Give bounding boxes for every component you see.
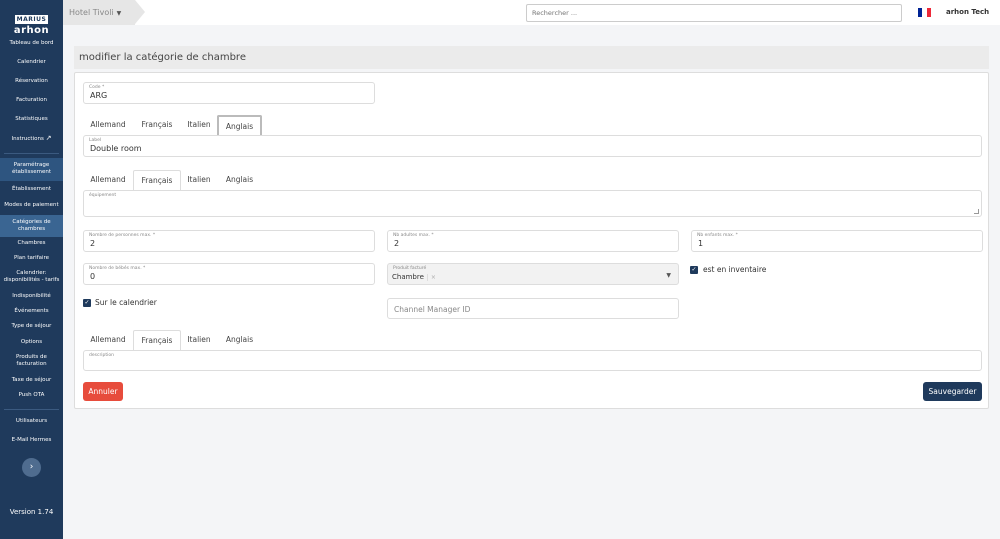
max-children-label: Nb enfants max. * [697, 233, 738, 238]
description-language-tabs: Allemand Français Italien Anglais [83, 330, 383, 350]
sidebar-item-unavailability[interactable]: Indisponibilité [0, 293, 63, 300]
caret-down-icon: ▼ [116, 10, 122, 17]
max-babies-value: 0 [90, 272, 96, 281]
label-field[interactable]: Label Double room [83, 135, 982, 157]
max-babies-field[interactable]: Nombre de bébés max. * 0 [83, 263, 375, 285]
description-field[interactable]: description [83, 350, 982, 371]
tab-description-french[interactable]: Français [133, 330, 181, 350]
topbar: Hotel Tivoli▼ arhon Tech [63, 0, 1000, 25]
max-adults-value: 2 [394, 239, 400, 248]
save-button[interactable]: Sauvegarder [923, 382, 982, 401]
max-adults-label: Nb adultes max. * [393, 233, 434, 238]
calendar-checkbox-label: Sur le calendrier [95, 298, 157, 307]
flag-stripe [926, 8, 931, 17]
language-flag-icon[interactable] [918, 8, 931, 17]
checkmark-icon: ✓ [84, 299, 90, 306]
sidebar-item-tourist-tax[interactable]: Taxe de séjour [0, 377, 63, 384]
resize-handle-icon[interactable] [974, 209, 979, 214]
max-persons-label: Nombre de personnes max. * [89, 233, 156, 238]
equipment-label: équipement [89, 193, 117, 198]
hotel-name: Hotel Tivoli [69, 8, 114, 17]
inventory-checkbox-label: est en inventaire [703, 265, 767, 274]
logo[interactable]: MARIUS arhon [0, 6, 63, 36]
sidebar: MARIUS arhon Tableau de bord Calendrier … [0, 0, 63, 539]
max-children-field[interactable]: Nb enfants max. * 1 [691, 230, 983, 252]
sidebar-item-property-settings[interactable]: Paramétrage établissement [0, 158, 63, 181]
description-label: description [89, 353, 115, 358]
max-persons-value: 2 [90, 239, 96, 248]
tab-label-english[interactable]: Anglais [217, 115, 262, 135]
equipment-language-tabs: Allemand Français Italien Anglais [83, 170, 383, 190]
label-field-label: Label [89, 138, 102, 143]
sidebar-item-email-hermes[interactable]: E-Mail Hermes [0, 437, 63, 444]
tab-equipment-english[interactable]: Anglais [217, 170, 262, 190]
sidebar-item-events[interactable]: Événements [0, 308, 63, 315]
sidebar-item-room-categories[interactable]: Catégories de chambres [0, 215, 63, 237]
max-children-value: 1 [698, 239, 704, 248]
sidebar-item-stay-type[interactable]: Type de séjour [0, 323, 63, 330]
cancel-button[interactable]: Annuler [83, 382, 123, 401]
sidebar-item-payment-modes[interactable]: Modes de paiement [0, 202, 63, 209]
sidebar-item-options[interactable]: Options [0, 339, 63, 346]
calendar-checkbox[interactable]: ✓ [83, 299, 91, 307]
code-value: ARG [90, 91, 108, 100]
tab-description-german[interactable]: Allemand [83, 330, 133, 350]
sidebar-item-dashboard[interactable]: Tableau de bord [0, 40, 63, 47]
tab-label-french[interactable]: Français [133, 115, 181, 135]
external-link-icon: ↗ [45, 134, 52, 142]
sidebar-item-calendar[interactable]: Calendrier [0, 59, 63, 66]
sidebar-item-availability-calendar[interactable]: Calendrier: disponibilités - tarifs [0, 270, 63, 284]
hotel-selector[interactable]: Hotel Tivoli ▼ [63, 0, 145, 25]
checkmark-icon: ✓ [691, 266, 697, 273]
search-input[interactable] [526, 4, 902, 22]
sidebar-item-reservation[interactable]: Réservation [0, 78, 63, 85]
selected-product-chip[interactable]: Chambre × [392, 273, 436, 281]
max-babies-label: Nombre de bébés max. * [89, 266, 146, 271]
chevron-right-icon: › [29, 462, 34, 472]
logo-text: arhon [13, 25, 50, 36]
sidebar-item-billing[interactable]: Facturation [0, 97, 63, 104]
expand-sidebar-button[interactable]: › [22, 458, 41, 477]
tab-label-italian[interactable]: Italien [181, 115, 217, 135]
sidebar-divider [4, 409, 59, 410]
tab-equipment-french[interactable]: Français [133, 170, 181, 190]
sidebar-item-label: Instructions [11, 136, 44, 142]
channel-manager-placeholder: Channel Manager ID [394, 305, 471, 314]
billed-product-select[interactable]: Produit facturé Chambre × ▼ [387, 263, 679, 285]
billed-product-label: Produit facturé [393, 266, 427, 271]
inventory-checkbox[interactable]: ✓ [690, 266, 698, 274]
sidebar-item-rate-plan[interactable]: Plan tarifaire [0, 255, 63, 262]
sidebar-divider [4, 153, 59, 154]
max-persons-field[interactable]: Nombre de personnes max. * 2 [83, 230, 375, 252]
sidebar-item-users[interactable]: Utilisateurs [0, 418, 63, 425]
sidebar-item-statistics[interactable]: Statistiques [0, 116, 63, 123]
sidebar-item-billing-products[interactable]: Produits de facturation [0, 354, 63, 368]
caret-down-icon[interactable]: ▼ [666, 272, 671, 279]
sidebar-item-instructions[interactable]: Instructions ↗ [0, 135, 63, 143]
tab-description-english[interactable]: Anglais [217, 330, 262, 350]
label-field-value: Double room [90, 144, 142, 153]
sidebar-item-push-ota[interactable]: Push OTA [0, 392, 63, 399]
page-title: modifier la catégorie de chambre [74, 46, 989, 69]
max-adults-field[interactable]: Nb adultes max. * 2 [387, 230, 679, 252]
label-language-tabs: Allemand Français Italien Anglais [83, 115, 383, 135]
sidebar-item-rooms[interactable]: Chambres [0, 240, 63, 247]
tab-label-german[interactable]: Allemand [83, 115, 133, 135]
code-field[interactable]: Code * ARG [83, 82, 375, 104]
sidebar-item-property[interactable]: Établissement [0, 186, 63, 193]
equipment-textarea[interactable]: équipement [83, 190, 982, 217]
room-category-form: Code * ARG Allemand Français Italien Ang… [74, 72, 989, 409]
selected-product-value: Chambre [392, 273, 424, 281]
user-menu[interactable]: arhon Tech [946, 0, 989, 25]
tab-description-italian[interactable]: Italien [181, 330, 217, 350]
code-label: Code * [89, 85, 105, 90]
logo-mark: MARIUS [14, 15, 49, 24]
tab-equipment-german[interactable]: Allemand [83, 170, 133, 190]
remove-chip-icon[interactable]: × [426, 274, 436, 281]
app-version: Version 1.74 [9, 508, 54, 516]
channel-manager-id-input[interactable]: Channel Manager ID [387, 298, 679, 319]
tab-equipment-italian[interactable]: Italien [181, 170, 217, 190]
